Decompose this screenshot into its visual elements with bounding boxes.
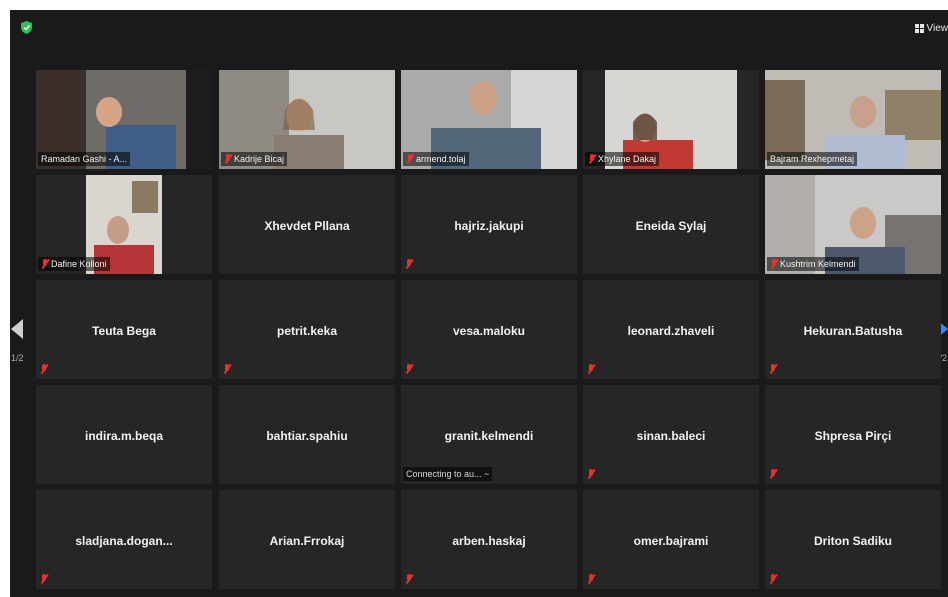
participant-tile[interactable]: leonard.zhaveli — [583, 280, 759, 379]
mic-muted-icon — [40, 574, 48, 584]
mic-muted-icon — [224, 154, 232, 164]
participant-name: Driton Sadiku — [813, 534, 892, 548]
participant-tile[interactable]: granit.kelmendi Connecting to au... ~ — [401, 385, 577, 484]
mic-muted-icon — [405, 364, 413, 374]
gallery-grid-icon — [914, 23, 924, 33]
participant-name: Xhevdet Pllana — [264, 219, 350, 233]
mic-muted-icon — [587, 469, 595, 479]
participant-name: Hekuran.Batusha — [803, 324, 903, 338]
participant-tile[interactable]: sinan.baleci — [583, 385, 759, 484]
participant-tile[interactable]: bahtiar.spahiu — [219, 385, 395, 484]
mic-muted-icon — [587, 574, 595, 584]
participant-tile[interactable]: Driton Sadiku — [765, 490, 941, 589]
participant-tile[interactable]: Hekuran.Batusha — [765, 280, 941, 379]
participant-tile[interactable]: indira.m.beqa — [36, 385, 212, 484]
participant-name-label: Dafine Kolloni — [38, 257, 110, 271]
participant-tile[interactable]: Xhylane Dakaj — [583, 70, 759, 169]
mic-muted-icon — [769, 469, 777, 479]
participant-name-label: Xhylane Dakaj — [585, 152, 660, 166]
mic-muted-icon — [588, 154, 596, 164]
participant-gallery: Ramadan Gashi - A... Kadrije Bicaj armend.… — [36, 70, 941, 589]
participant-name: sladjana.dogan... — [75, 534, 173, 548]
participant-tile[interactable]: vesa.maloku — [401, 280, 577, 379]
mic-muted-icon — [405, 574, 413, 584]
participant-tile[interactable]: Dafine Kolloni — [36, 175, 212, 274]
participant-name: Kadrije Bicaj — [234, 154, 285, 164]
page-indicator-left: 1/2 — [11, 353, 24, 363]
participant-name: vesa.maloku — [452, 324, 526, 338]
participant-tile[interactable]: Shpresa Pirçi — [765, 385, 941, 484]
mic-muted-icon — [587, 364, 595, 374]
participant-name: leonard.zhaveli — [627, 324, 715, 338]
participant-name-label: Kushtrim Kelmendi — [767, 257, 859, 271]
participant-tile[interactable]: omer.bajrami — [583, 490, 759, 589]
mic-muted-icon — [405, 259, 413, 269]
mic-muted-icon — [406, 154, 414, 164]
participant-name: sinan.baleci — [636, 429, 706, 443]
participant-name: armend.tolaj — [416, 154, 466, 164]
participant-name: bahtiar.spahiu — [266, 429, 348, 443]
mic-muted-icon — [41, 259, 49, 269]
mic-muted-icon — [770, 259, 778, 269]
participant-tile[interactable]: Xhevdet Pllana — [219, 175, 395, 274]
participant-tile[interactable]: hajriz.jakupi — [401, 175, 577, 274]
participant-name: Shpresa Pirçi — [814, 429, 892, 443]
participant-name: Ramadan Gashi - A... — [41, 154, 128, 164]
participant-name: Dafine Kolloni — [51, 259, 107, 269]
participant-name: Arian.Frrokaj — [269, 534, 345, 548]
participant-tile[interactable]: petrit.keka — [219, 280, 395, 379]
participant-name: Kushtrim Kelmendi — [780, 259, 856, 269]
participant-name: indira.m.beqa — [84, 429, 164, 443]
participant-tile[interactable]: Eneida Sylaj — [583, 175, 759, 274]
participant-name: omer.bajrami — [633, 534, 709, 548]
mic-muted-icon — [223, 364, 231, 374]
participant-name: Bajram Rexhepmetaj — [770, 154, 855, 164]
participant-name: Eneida Sylaj — [635, 219, 707, 233]
participant-name: hajriz.jakupi — [454, 219, 524, 233]
participant-name-label: Bajram Rexhepmetaj — [767, 152, 858, 166]
participant-tile[interactable]: armend.tolaj — [401, 70, 577, 169]
mic-muted-icon — [769, 574, 777, 584]
participant-name: petrit.keka — [276, 324, 338, 338]
view-button-label: View — [926, 22, 948, 34]
participant-tile[interactable]: Ramadan Gashi - A... — [36, 70, 212, 169]
participant-tile[interactable]: Arian.Frrokaj — [219, 490, 395, 589]
participant-tile[interactable]: Teuta Bega — [36, 280, 212, 379]
encryption-shield-icon[interactable] — [21, 21, 32, 34]
participant-tile[interactable]: arben.haskaj — [401, 490, 577, 589]
mic-muted-icon — [40, 364, 48, 374]
participant-name: Xhylane Dakaj — [598, 154, 657, 164]
participant-name-label: Kadrije Bicaj — [221, 152, 288, 166]
participant-tile[interactable]: Bajram Rexhepmetaj — [765, 70, 941, 169]
participant-tile[interactable]: Kadrije Bicaj — [219, 70, 395, 169]
zoom-meeting-window: View 1/2 1/2 Ramadan Gashi - A...Kadrije… — [10, 10, 948, 597]
arrow-left-icon — [11, 319, 23, 339]
previous-page-button[interactable]: 1/2 — [10, 293, 24, 373]
participant-tile[interactable]: Kushtrim Kelmendi — [765, 175, 941, 274]
participant-name: Teuta Bega — [92, 324, 156, 338]
participant-tile[interactable]: sladjana.dogan... — [36, 490, 212, 589]
participant-name-label: Ramadan Gashi - A... — [38, 152, 131, 166]
participant-name: granit.kelmendi — [444, 429, 534, 443]
mic-muted-icon — [769, 364, 777, 374]
audio-connecting-status: Connecting to au... ~ — [403, 467, 493, 481]
view-button[interactable]: View — [914, 19, 948, 37]
participant-name: arben.haskaj — [452, 534, 526, 548]
participant-name-label: armend.tolaj — [403, 152, 469, 166]
